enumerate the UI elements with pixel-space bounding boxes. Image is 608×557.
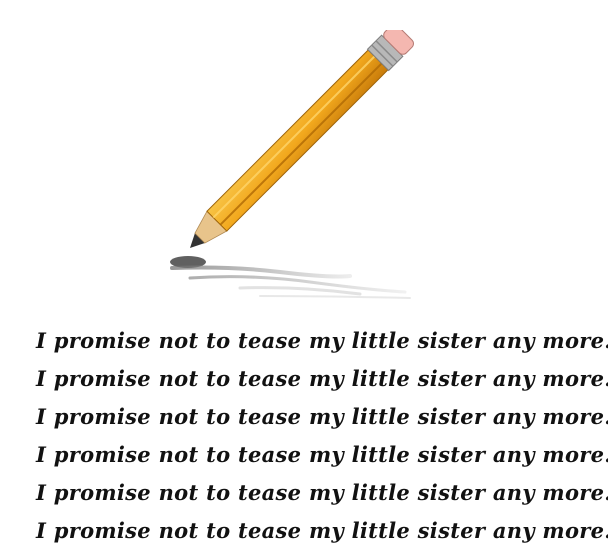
promise-line: I promise not to tease my little sister … <box>36 404 608 429</box>
page: I promise not to tease my little sister … <box>0 0 608 557</box>
pencil-illustration <box>150 24 420 310</box>
promise-line: I promise not to tease my little sister … <box>36 328 608 353</box>
pencil-writing-icon <box>170 24 414 299</box>
promise-line: I promise not to tease my little sister … <box>36 366 608 391</box>
promise-lines: I promise not to tease my little sister … <box>36 322 608 550</box>
promise-line: I promise not to tease my little sister … <box>36 442 608 467</box>
pencil <box>190 24 414 248</box>
promise-line: I promise not to tease my little sister … <box>36 518 608 543</box>
scribble-marks <box>170 256 411 299</box>
promise-line: I promise not to tease my little sister … <box>36 480 608 505</box>
